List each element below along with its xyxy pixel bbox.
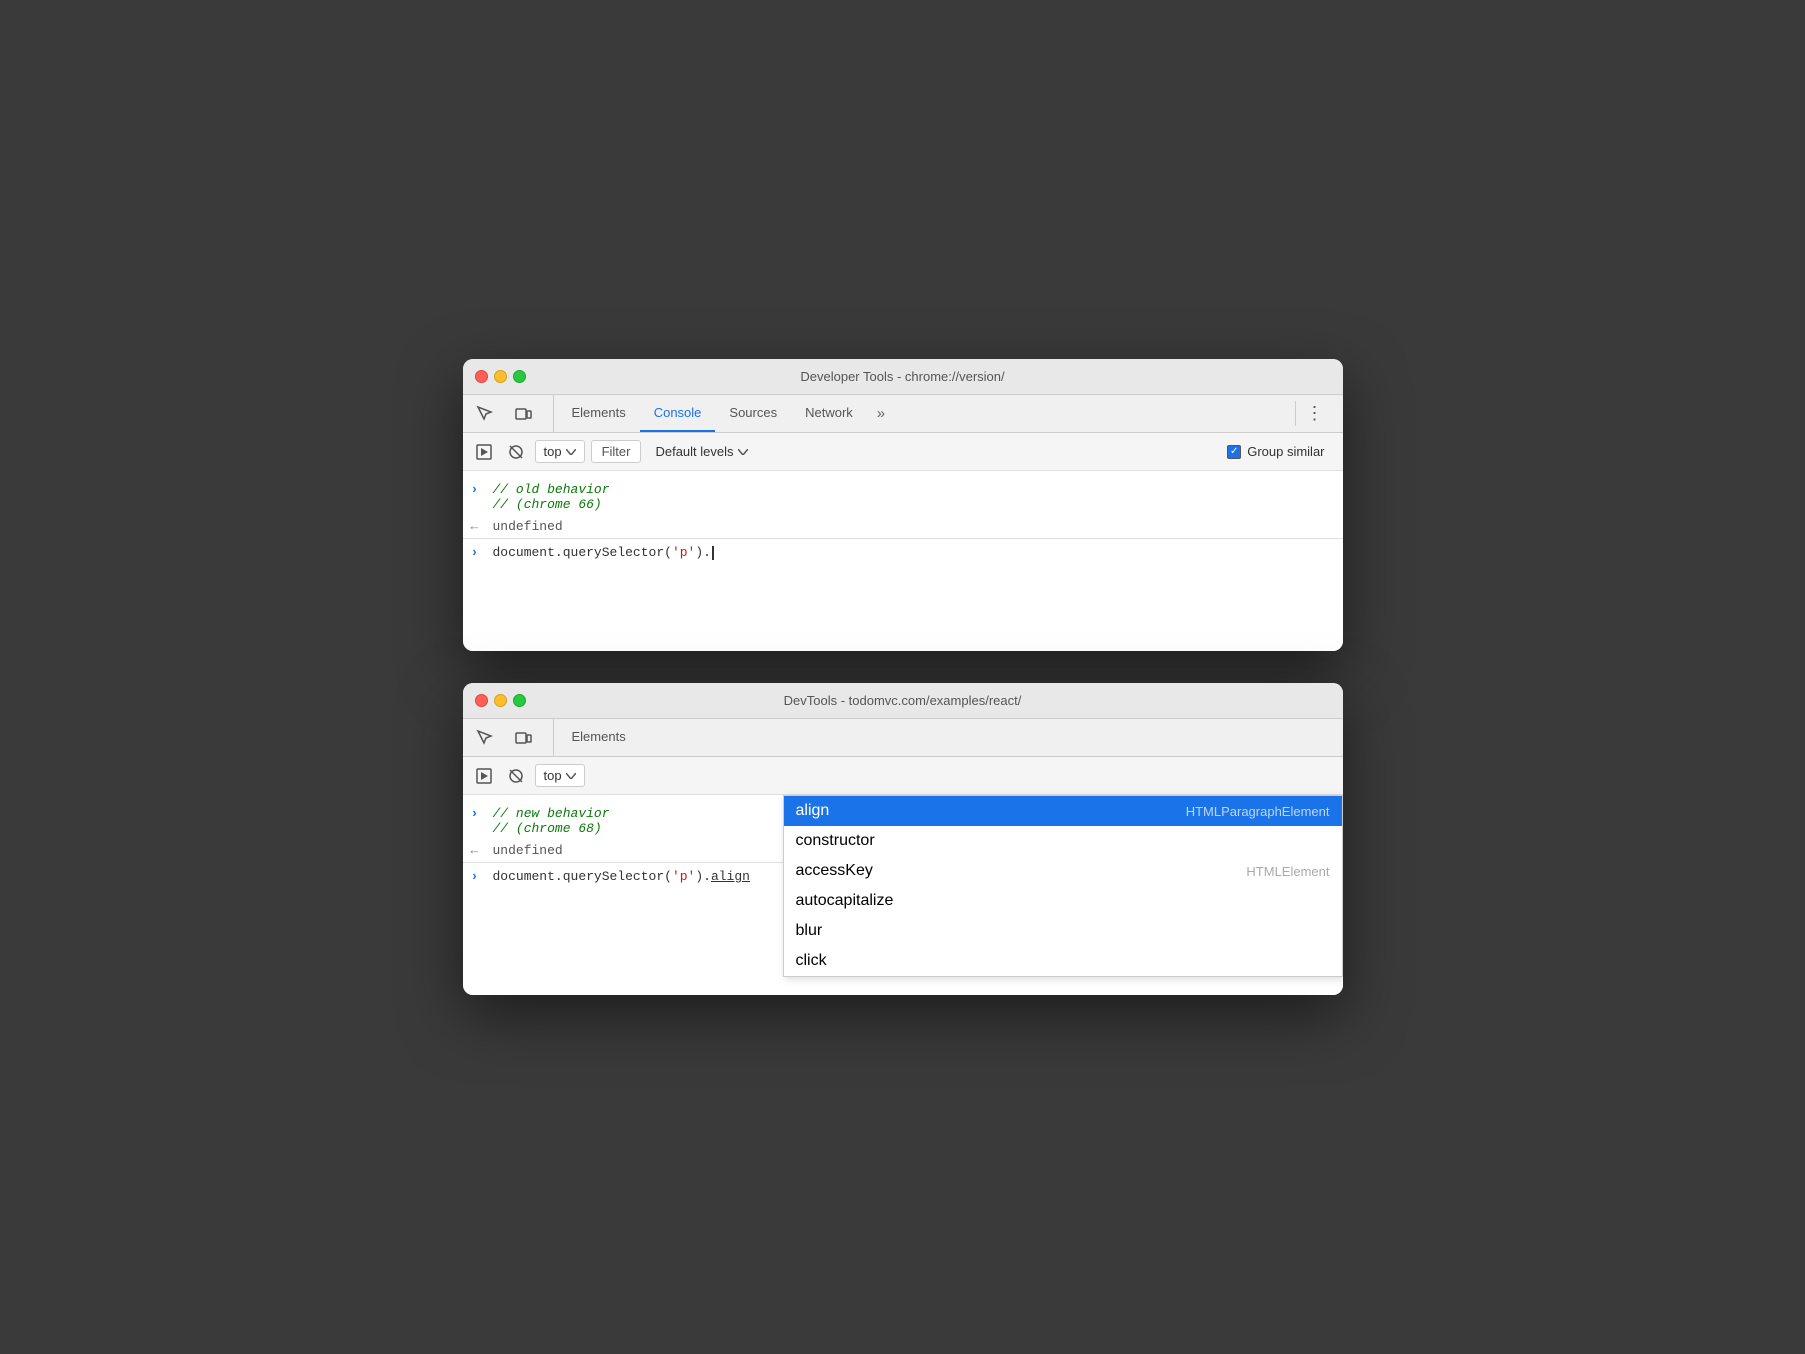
autocomplete-typed-text: align: [711, 869, 750, 884]
traffic-lights-2: [475, 694, 526, 707]
text-cursor-1: [712, 546, 714, 560]
kebab-menu-1[interactable]: ⋮: [1296, 395, 1335, 432]
autocomplete-item-autocapitalize[interactable]: autocapitalize: [784, 886, 1342, 916]
run-script-icon[interactable]: [471, 439, 497, 465]
tab-bar-1: Elements Console Sources Network » ⋮: [463, 395, 1343, 433]
console-code-2: // new behavior // (chrome 68): [493, 806, 610, 836]
toolbar-icons-1: [471, 395, 554, 432]
autocomplete-dropdown[interactable]: align HTMLParagraphElement constructor a…: [783, 795, 1343, 977]
title-bar-2: DevTools - todomvc.com/examples/react/: [463, 683, 1343, 719]
inspect-element-icon[interactable]: [471, 400, 499, 428]
console-input-prompt-2: ›: [471, 869, 485, 884]
autocomplete-item-constructor[interactable]: constructor: [784, 826, 1342, 856]
group-similar-checkbox-1[interactable]: ✓: [1227, 445, 1241, 459]
group-similar-1: ✓ Group similar: [1227, 444, 1334, 459]
minimize-button-1[interactable]: [494, 370, 507, 383]
console-prompt-2: ›: [471, 806, 485, 821]
console-prompt-1: ›: [471, 482, 485, 497]
tab-network-1[interactable]: Network: [791, 395, 867, 432]
device-toolbar-icon[interactable]: [509, 400, 537, 428]
window-title-2: DevTools - todomvc.com/examples/react/: [784, 693, 1022, 708]
traffic-lights-1: [475, 370, 526, 383]
console-input-prompt-1: ›: [471, 545, 485, 560]
console-input-line-1[interactable]: › document.querySelector('p').: [463, 538, 1343, 566]
title-bar-1: Developer Tools - chrome://version/: [463, 359, 1343, 395]
fullscreen-button-2[interactable]: [513, 694, 526, 707]
fullscreen-button-1[interactable]: [513, 370, 526, 383]
toolbar-icons-2: [471, 719, 554, 756]
devtools-window-1: Developer Tools - chrome://version/ Elem…: [463, 359, 1343, 651]
context-selector-1[interactable]: top: [535, 440, 585, 463]
console-return-arrow-1: ←: [471, 519, 485, 534]
clear-console-icon-2[interactable]: [503, 763, 529, 789]
context-selector-2[interactable]: top: [535, 764, 585, 787]
tab-bar-2: Elements: [463, 719, 1343, 757]
run-script-icon-2[interactable]: [471, 763, 497, 789]
autocomplete-item-click[interactable]: click: [784, 946, 1342, 976]
console-content-1: › // old behavior // (chrome 66) ← undef…: [463, 471, 1343, 651]
minimize-button-2[interactable]: [494, 694, 507, 707]
devtools-window-2: DevTools - todomvc.com/examples/react/ E…: [463, 683, 1343, 995]
console-toolbar-2: top: [463, 757, 1343, 795]
console-return-arrow-2: ←: [471, 843, 485, 858]
console-undefined-2: undefined: [493, 843, 563, 858]
filter-button-1[interactable]: Filter: [591, 440, 642, 463]
close-button-2[interactable]: [475, 694, 488, 707]
console-input-text-1[interactable]: document.querySelector('p').: [493, 545, 1335, 560]
tab-elements-2[interactable]: Elements: [558, 719, 640, 756]
tab-more-1[interactable]: »: [869, 395, 893, 432]
console-code-1: // old behavior // (chrome 66): [493, 482, 610, 512]
console-undefined-1: undefined: [493, 519, 563, 534]
clear-console-icon[interactable]: [503, 439, 529, 465]
autocomplete-item-blur[interactable]: blur: [784, 916, 1342, 946]
device-toolbar-icon-2[interactable]: [509, 724, 537, 752]
tab-console-1[interactable]: Console: [640, 395, 716, 432]
default-levels-button-1[interactable]: Default levels: [647, 441, 755, 462]
console-toolbar-1: top Filter Default levels ✓ Group simila…: [463, 433, 1343, 471]
console-return-1: ← undefined: [463, 516, 1343, 538]
tab-sources-1[interactable]: Sources: [715, 395, 791, 432]
autocomplete-item-accesskey[interactable]: accessKey HTMLElement: [784, 856, 1342, 886]
window-title-1: Developer Tools - chrome://version/: [800, 369, 1004, 384]
inspect-element-icon-2[interactable]: [471, 724, 499, 752]
close-button-1[interactable]: [475, 370, 488, 383]
window2-content: › // new behavior // (chrome 68) ← undef…: [463, 795, 1343, 995]
autocomplete-item-align[interactable]: align HTMLParagraphElement: [784, 796, 1342, 826]
console-entry-1: › // old behavior // (chrome 66): [463, 479, 1343, 516]
tab-elements-1[interactable]: Elements: [558, 395, 640, 432]
